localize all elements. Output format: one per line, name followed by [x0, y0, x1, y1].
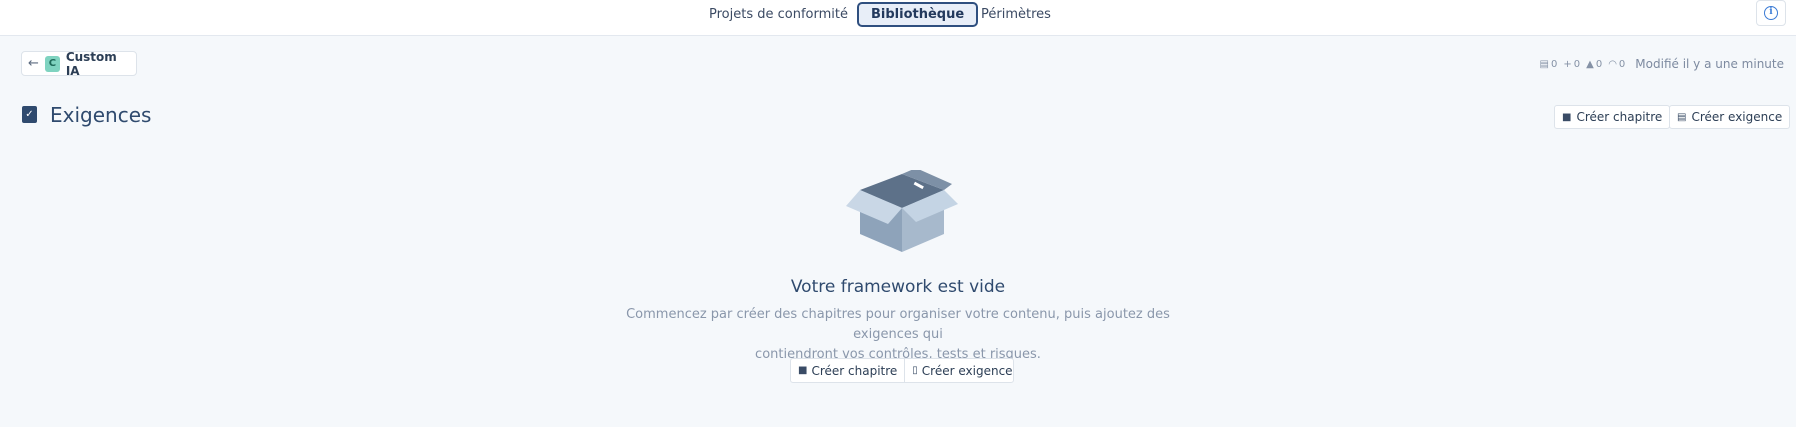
arrow-left-icon: ←	[28, 56, 39, 71]
library-avatar: C	[44, 55, 60, 72]
info-button[interactable]: i	[1756, 0, 1786, 26]
library-name: Custom IA	[65, 49, 117, 78]
info-icon: i	[1764, 6, 1778, 20]
document-icon: ▤	[1539, 58, 1549, 70]
folder-icon: ■	[1562, 111, 1572, 123]
tests-count-value: 0	[1618, 58, 1626, 70]
empty-state-title: Votre framework est vide	[790, 277, 1006, 297]
document-icon: ▯	[912, 365, 918, 376]
document-icon: ▤	[1677, 111, 1687, 123]
page-title: Exigences	[50, 103, 152, 127]
tab-library[interactable]: Bibliothèque	[857, 2, 979, 27]
empty-box-illustration	[846, 170, 958, 252]
warning-icon: ▲	[1586, 58, 1594, 70]
library-stats: ▤ 0 + 0 ▲ 0 ◠ 0 Modifié il y a une minut…	[1540, 57, 1784, 71]
folder-icon: ■	[798, 365, 808, 376]
risks-count: ▲ 0	[1586, 59, 1602, 70]
empty-state-description-line1: Commencez par créer des chapitres pour o…	[626, 307, 1170, 342]
top-navigation: Projets de conformité Bibliothèque Périm…	[0, 0, 1796, 36]
create-requirement-button[interactable]: ▤ Créer exigence	[1669, 105, 1791, 129]
tab-perimeters[interactable]: Périmètres	[968, 2, 1064, 27]
tab-compliance-projects[interactable]: Projets de conformité	[696, 2, 861, 27]
risks-count-value: 0	[1595, 58, 1603, 70]
requirements-count: ▤ 0	[1540, 59, 1558, 70]
empty-create-chapter-label: Créer chapitre	[811, 363, 898, 378]
gauge-icon: ◠	[1608, 58, 1617, 70]
tests-count: ◠ 0	[1608, 59, 1625, 70]
controls-count: + 0	[1563, 59, 1580, 70]
empty-create-chapter-button[interactable]: ■ Créer chapitre	[791, 359, 904, 382]
controls-count-value: 0	[1573, 58, 1581, 70]
back-to-library-button[interactable]: ← C Custom IA	[21, 49, 137, 78]
last-modified: Modifié il y a une minute	[1635, 57, 1784, 71]
create-requirement-label: Créer exigence	[1691, 110, 1783, 124]
empty-create-requirement-button[interactable]: ▯ Créer exigence	[904, 359, 1019, 382]
create-chapter-button[interactable]: ■ Créer chapitre	[1554, 105, 1671, 129]
empty-create-requirement-label: Créer exigence	[921, 363, 1013, 378]
requirements-count-value: 0	[1550, 58, 1558, 70]
plus-icon: +	[1563, 58, 1572, 70]
empty-state-actions: ■ Créer chapitre ▯ Créer exigence	[790, 358, 1014, 383]
requirements-section-icon: ✓	[22, 106, 37, 123]
create-chapter-label: Créer chapitre	[1576, 110, 1663, 124]
empty-state-description: Commencez par créer des chapitres pour o…	[598, 305, 1198, 365]
